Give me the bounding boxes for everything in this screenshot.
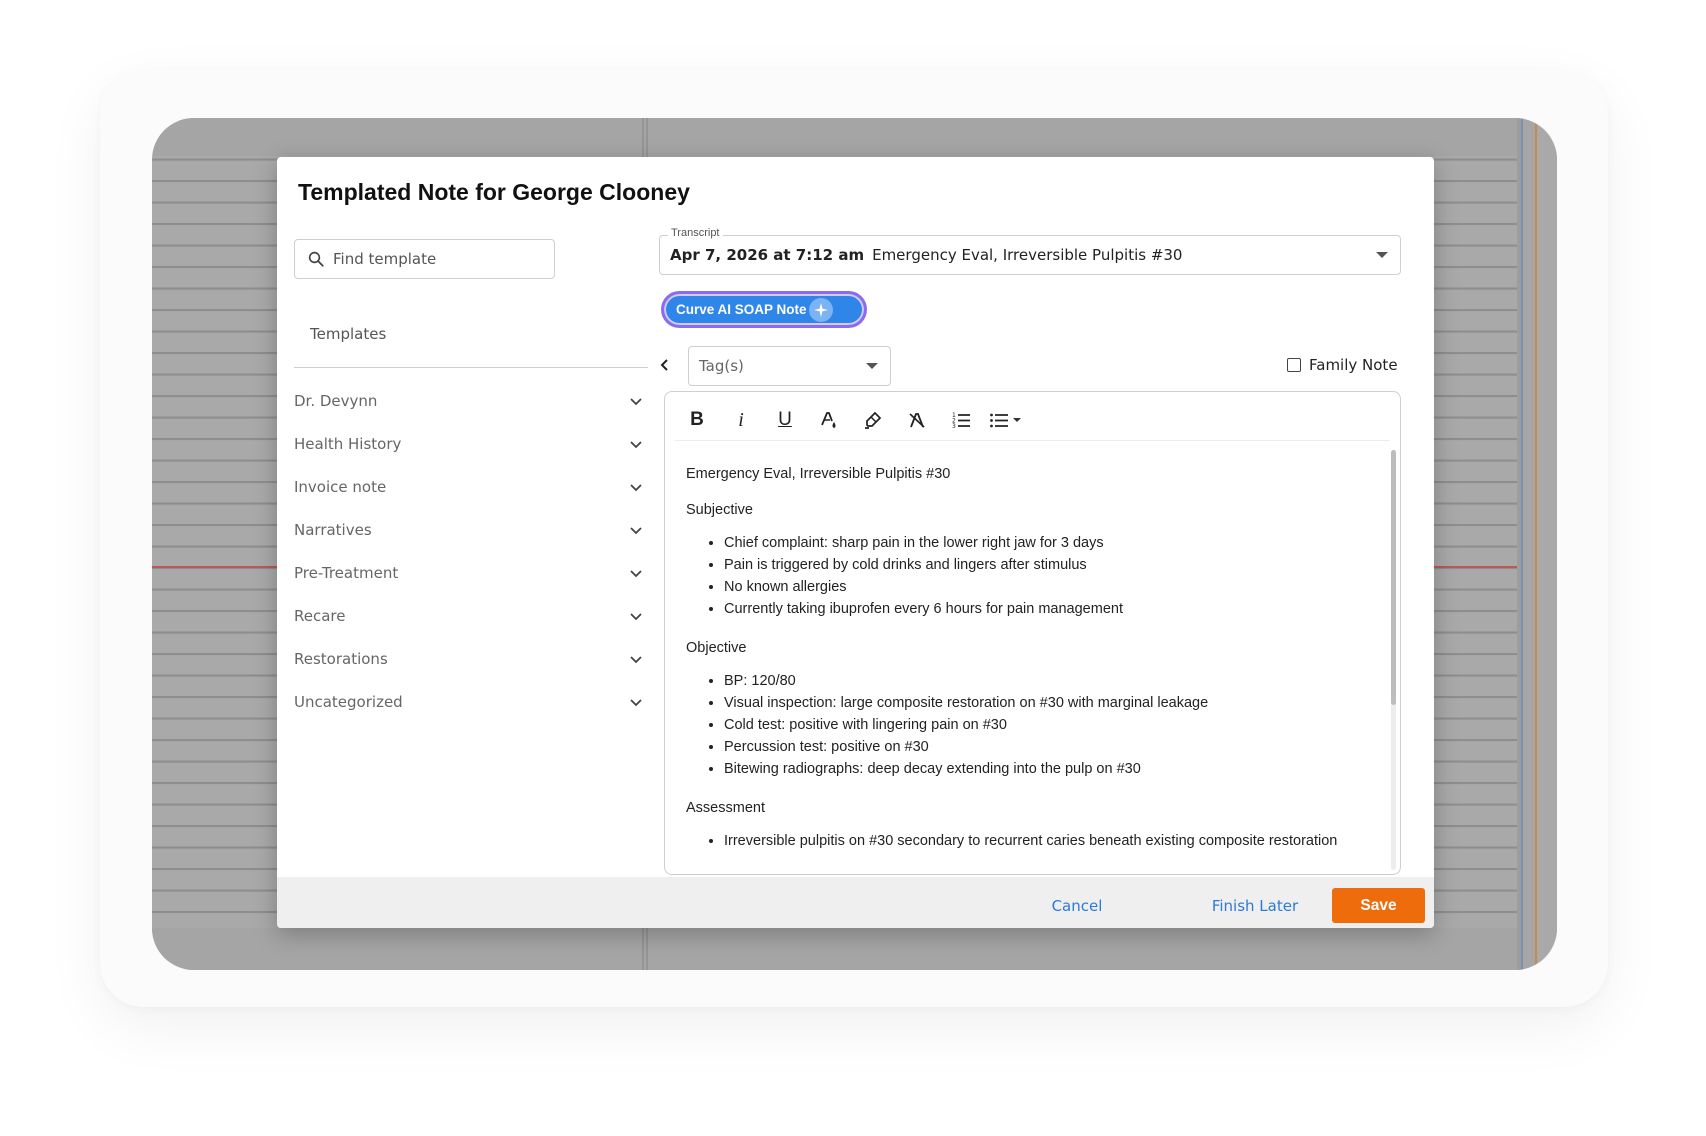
- editor-scrollbar[interactable]: [1391, 450, 1396, 870]
- transcript-value: Apr 7, 2026 at 7:12 am Emergency Eval, Ir…: [670, 246, 1182, 264]
- list-item: Pain is triggered by cold drinks and lin…: [724, 554, 1366, 576]
- modal-footer: Cancel Finish Later Save: [277, 877, 1434, 928]
- category-dr-devynn[interactable]: Dr. Devynn: [294, 379, 650, 422]
- highlighter-icon: [865, 411, 882, 429]
- transcript-title: Emergency Eval, Irreversible Pulpitis #3…: [872, 246, 1183, 264]
- cancel-button[interactable]: Cancel: [1042, 888, 1112, 923]
- tags-select[interactable]: Tag(s): [688, 346, 891, 386]
- text-color-icon: [821, 412, 836, 428]
- search-input[interactable]: [331, 249, 535, 269]
- chevron-left-icon[interactable]: [658, 358, 672, 372]
- category-health-history[interactable]: Health History: [294, 422, 650, 465]
- list-item: BP: 120/80: [724, 670, 1366, 692]
- curve-ai-soap-note-button[interactable]: Curve AI SOAP Note: [661, 291, 867, 328]
- chevron-down-icon: [630, 655, 642, 663]
- sidebar-divider: [294, 367, 648, 368]
- templated-note-modal: Templated Note for George Clooney Templa…: [277, 157, 1434, 928]
- bullet-list-icon: [990, 413, 1008, 428]
- underline-button[interactable]: U: [763, 402, 807, 438]
- list-item: Cold test: positive with lingering pain …: [724, 714, 1366, 736]
- numbered-list-button[interactable]: 1 2 3: [939, 402, 983, 438]
- note-editor[interactable]: B i U 1 2 3 Emergency Eval, Irreversible…: [664, 391, 1401, 875]
- template-search[interactable]: [294, 239, 555, 279]
- bold-button[interactable]: B: [675, 402, 719, 438]
- category-label: Narratives: [294, 520, 372, 539]
- background-right-strip: [1517, 118, 1557, 970]
- search-icon: [308, 251, 324, 267]
- svg-text:3: 3: [952, 423, 956, 430]
- subjective-list: Chief complaint: sharp pain in the lower…: [686, 532, 1366, 620]
- subjective-heading: Subjective: [686, 502, 753, 518]
- checkbox-icon[interactable]: [1287, 358, 1301, 372]
- category-uncategorized[interactable]: Uncategorized: [294, 680, 650, 723]
- chevron-down-icon: [630, 397, 642, 405]
- background-red-line: [1434, 566, 1518, 568]
- caret-down-icon: [866, 363, 878, 369]
- transcript-date: Apr 7, 2026 at 7:12 am: [670, 246, 865, 264]
- category-narratives[interactable]: Narratives: [294, 508, 650, 551]
- bullet-list-button[interactable]: [983, 402, 1027, 438]
- assessment-heading: Assessment: [686, 800, 765, 816]
- chevron-down-icon: [630, 483, 642, 491]
- category-invoice-note[interactable]: Invoice note: [294, 465, 650, 508]
- objective-heading: Objective: [686, 640, 747, 656]
- template-category-list: Dr. Devynn Health History Invoice note N…: [294, 379, 650, 723]
- category-label: Uncategorized: [294, 692, 403, 711]
- category-label: Recare: [294, 606, 346, 625]
- finish-later-button[interactable]: Finish Later: [1200, 888, 1310, 923]
- caret-down-icon: [1013, 418, 1021, 422]
- transcript-label: Transcript: [668, 227, 723, 239]
- numbered-list-icon: 1 2 3: [952, 412, 970, 430]
- clear-format-button[interactable]: [895, 402, 939, 438]
- category-recare[interactable]: Recare: [294, 594, 650, 637]
- objective-list: BP: 120/80 Visual inspection: large comp…: [686, 670, 1366, 780]
- family-note-label: Family Note: [1309, 356, 1398, 374]
- transcript-select[interactable]: Transcript Apr 7, 2026 at 7:12 am Emergen…: [659, 227, 1401, 275]
- list-item: Visual inspection: large composite resto…: [724, 692, 1366, 714]
- category-label: Pre-Treatment: [294, 563, 399, 582]
- note-title: Emergency Eval, Irreversible Pulpitis #3…: [686, 466, 951, 482]
- templates-heading: Templates: [310, 325, 387, 343]
- editor-toolbar: B i U 1 2 3: [675, 400, 1390, 441]
- list-item: Percussion test: positive on #30: [724, 736, 1366, 758]
- chevron-down-icon: [630, 612, 642, 620]
- assessment-list: Irreversible pulpitis on #30 secondary t…: [686, 830, 1366, 852]
- family-note-checkbox[interactable]: Family Note: [1287, 356, 1398, 374]
- chevron-down-icon: [630, 526, 642, 534]
- save-button[interactable]: Save: [1332, 888, 1425, 923]
- chevron-down-icon: [630, 569, 642, 577]
- sparkle-icon: [808, 297, 833, 322]
- highlight-button[interactable]: [851, 402, 895, 438]
- scrollbar-thumb[interactable]: [1391, 450, 1396, 705]
- background-top-band: [152, 118, 1557, 156]
- background-bottom-band: [152, 928, 1557, 970]
- category-label: Dr. Devynn: [294, 391, 378, 410]
- note-body[interactable]: Emergency Eval, Irreversible Pulpitis #3…: [686, 462, 1366, 852]
- category-label: Health History: [294, 434, 402, 453]
- modal-title: Templated Note for George Clooney: [298, 179, 690, 205]
- category-label: Invoice note: [294, 477, 387, 496]
- ai-button-label: Curve AI SOAP Note: [676, 302, 807, 317]
- chevron-down-icon: [630, 440, 642, 448]
- background-red-line: [152, 566, 282, 568]
- caret-down-icon: [1376, 252, 1388, 258]
- tags-placeholder: Tag(s): [699, 357, 744, 375]
- italic-button[interactable]: i: [719, 402, 763, 438]
- category-restorations[interactable]: Restorations: [294, 637, 650, 680]
- list-item: Bitewing radiographs: deep decay extendi…: [724, 758, 1366, 780]
- category-label: Restorations: [294, 649, 388, 668]
- category-pre-treatment[interactable]: Pre-Treatment: [294, 551, 650, 594]
- list-item: No known allergies: [724, 576, 1366, 598]
- list-item: Chief complaint: sharp pain in the lower…: [724, 532, 1366, 554]
- list-item: Currently taking ibuprofen every 6 hours…: [724, 598, 1366, 620]
- clear-format-icon: [909, 413, 925, 428]
- chevron-down-icon: [630, 698, 642, 706]
- text-color-button[interactable]: [807, 402, 851, 438]
- list-item: Irreversible pulpitis on #30 secondary t…: [724, 830, 1366, 852]
